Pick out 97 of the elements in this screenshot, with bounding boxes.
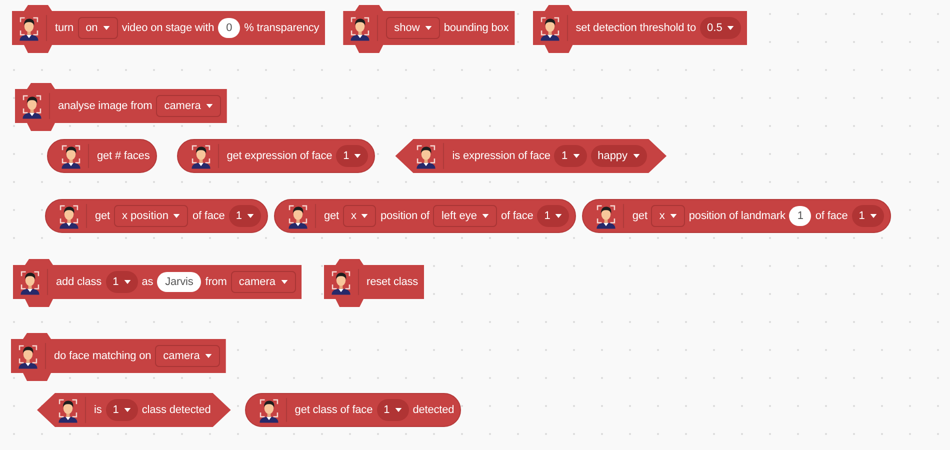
caret-icon [204, 354, 212, 358]
face-scan-icon [19, 269, 41, 295]
caret-icon [246, 214, 254, 218]
stack-block[interactable]: turn on video on stage with 0 % transparency [12, 5, 326, 53]
block-label: get [95, 210, 110, 222]
reporter-block[interactable]: get class of face 1 detected [244, 393, 462, 427]
face-scan-icon [538, 15, 561, 41]
block-label: of face [815, 210, 848, 222]
caret-icon [632, 154, 640, 158]
block-label: of face [192, 210, 225, 222]
dropdown[interactable]: 1 [106, 399, 138, 421]
stack-block[interactable]: analyse image from camera [15, 83, 227, 131]
dropdown[interactable]: on [78, 17, 118, 39]
stack-block[interactable]: set detection threshold to 0.5 [532, 5, 748, 53]
block-label: video on stage with [122, 22, 214, 34]
block-label: get [632, 210, 648, 222]
caret-icon [394, 408, 402, 412]
block-label: reset class [366, 276, 418, 288]
caret-icon [670, 214, 677, 218]
dropdown[interactable]: camera [155, 345, 220, 367]
block-label: do face matching on [54, 350, 152, 362]
block-label: position of landmark [688, 210, 786, 222]
block-label: get [324, 210, 339, 222]
dropdown[interactable]: 1 [537, 205, 570, 227]
face-scan-icon [286, 203, 309, 229]
reporter-block[interactable]: get x position of landmark 1 of face 1 [582, 199, 891, 233]
reporter-block[interactable]: get x position of face 1 [45, 199, 268, 233]
face-scan-icon [18, 15, 40, 41]
dropdown[interactable]: 1 [852, 205, 884, 227]
block-label: bounding box [444, 22, 509, 34]
face-scan-icon [60, 143, 82, 169]
dropdown[interactable]: left eye [433, 205, 497, 227]
reporter-block[interactable]: get x position of left eye of face 1 [274, 199, 576, 233]
block-label: set detection threshold to [576, 22, 696, 34]
dropdown[interactable]: x [651, 205, 685, 227]
face-scan-icon [57, 397, 79, 423]
face-scan-icon [349, 15, 372, 41]
face-scan-icon [17, 343, 39, 369]
caret-icon [280, 280, 288, 284]
dropdown[interactable]: 1 [376, 399, 409, 421]
caret-icon [173, 214, 180, 218]
face-scan-icon [190, 143, 212, 169]
caret-icon [424, 26, 432, 30]
caret-icon [572, 154, 580, 158]
dropdown[interactable]: camera [156, 95, 221, 117]
face-scan-icon [595, 203, 618, 229]
block-label: from [205, 276, 227, 288]
stack-block[interactable]: show bounding box [343, 5, 515, 53]
block-label: is expression of face [452, 150, 550, 162]
dropdown[interactable]: show [386, 17, 440, 39]
stack-block[interactable]: do face matching on camera [11, 333, 226, 381]
reporter-block[interactable]: get # faces [47, 139, 157, 173]
caret-icon [354, 154, 362, 158]
boolean-block[interactable]: is expression of face 1 happy [395, 139, 667, 173]
dropdown[interactable]: 1 [554, 145, 587, 167]
block-label: get # faces [97, 150, 150, 162]
reporter-block[interactable]: get expression of face 1 [176, 139, 376, 173]
face-scan-icon [21, 93, 43, 119]
caret-icon [727, 26, 734, 30]
block-label: turn [55, 22, 74, 34]
block-label: detected [412, 404, 454, 416]
face-scan-icon [258, 397, 280, 423]
block-label: get expression of face [226, 150, 332, 162]
stack-block[interactable]: add class 1 as Jarvis from camera [13, 259, 302, 307]
caret-icon [124, 280, 131, 284]
dropdown[interactable]: 1 [106, 271, 138, 293]
caret-icon [206, 104, 213, 108]
dropdown[interactable]: 1 [336, 145, 368, 167]
caret-icon [361, 214, 368, 218]
caret-icon [870, 214, 877, 218]
block-label: class detected [142, 404, 211, 416]
dropdown[interactable]: x position [114, 205, 188, 227]
face-scan-icon [415, 143, 438, 169]
block-label: of face [500, 210, 534, 222]
boolean-block[interactable]: is 1 class detected [37, 393, 231, 427]
stack-block[interactable]: reset class [324, 259, 424, 307]
block-label: get class of face [294, 404, 373, 416]
caret-icon [102, 26, 110, 30]
dropdown[interactable]: 1 [228, 205, 261, 227]
caret-icon [124, 408, 131, 412]
input-field[interactable]: Jarvis [157, 272, 202, 292]
block-label: add class [56, 276, 102, 288]
caret-icon [482, 214, 489, 218]
block-label: as [142, 276, 154, 288]
block-label: analyse image from [58, 100, 152, 112]
face-scan-icon [58, 203, 80, 229]
dropdown[interactable]: camera [230, 271, 296, 293]
face-scan-icon [330, 269, 352, 295]
caret-icon [555, 214, 562, 218]
dropdown[interactable]: 0.5 [700, 17, 742, 39]
dropdown[interactable]: happy [590, 145, 647, 167]
input-field[interactable]: 1 [789, 206, 812, 226]
block-label: position of [380, 210, 430, 222]
input-field[interactable]: 0 [218, 18, 240, 38]
dropdown[interactable]: x [342, 205, 376, 227]
block-label: % transparency [244, 22, 320, 34]
block-label: is [94, 404, 102, 416]
